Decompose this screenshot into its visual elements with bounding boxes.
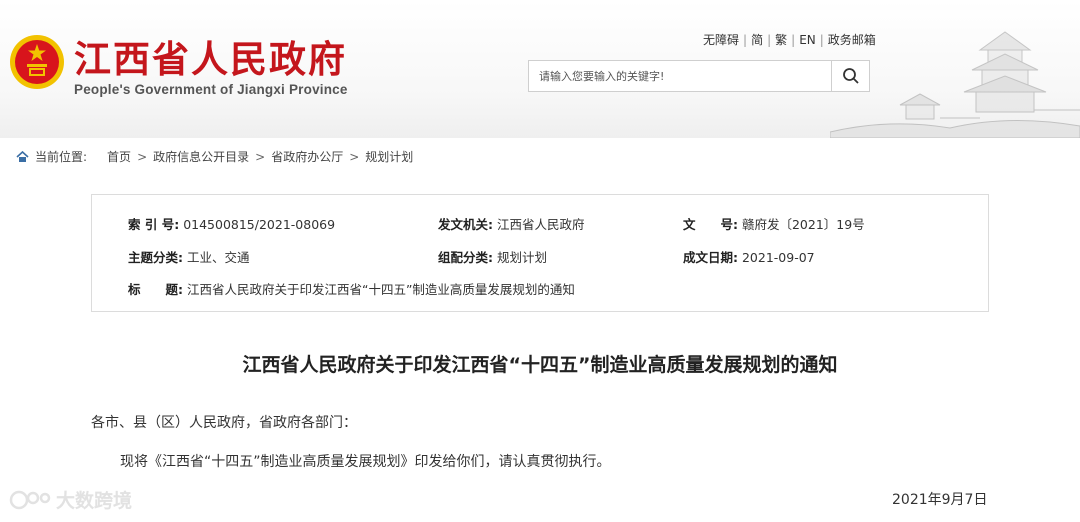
chevron-right-icon: >: [255, 149, 266, 164]
chevron-right-icon: >: [349, 149, 360, 164]
breadcrumb: 当前位置: 首页 > 政府信息公开目录 > 省政府办公厅 > 规划计划: [16, 148, 413, 165]
document-number-value: 赣府发〔2021〕19号: [741, 217, 865, 232]
category-value: 规划计划: [496, 250, 547, 265]
issuer-field: 发文机关: 江西省人民政府: [438, 214, 585, 233]
index-number-field: 索 引 号: 014500815/2021-08069: [128, 214, 335, 233]
english-link[interactable]: EN: [799, 33, 816, 47]
simplified-chinese-link[interactable]: 简: [751, 33, 763, 47]
accessibility-link[interactable]: 无障碍: [703, 33, 739, 47]
watermark: 大数跨境: [8, 486, 132, 513]
category-field: 组配分类: 规划计划: [438, 247, 547, 266]
document-number-label: 文 号:: [683, 217, 738, 232]
article-salutation: 各市、县（区）人民政府，省政府各部门：: [91, 415, 357, 431]
article-body: 现将《江西省“十四五”制造业高质量发展规划》印发给你们，请认真贯彻执行。: [120, 454, 611, 470]
tengwang-pavilion-illustration: [830, 31, 1080, 138]
index-number-label: 索 引 号:: [128, 217, 180, 232]
title-value: 江西省人民政府关于印发江西省“十四五”制造业高质量发展规划的通知: [186, 282, 575, 297]
traditional-chinese-link[interactable]: 繁: [775, 33, 787, 47]
site-subtitle: People's Government of Jiangxi Province: [74, 82, 348, 97]
topic-value: 工业、交通: [186, 250, 250, 265]
watermark-text: 大数跨境: [56, 490, 133, 512]
home-icon: [16, 150, 29, 162]
title-label: 标 题:: [128, 282, 183, 297]
article-title: 江西省人民政府关于印发江西省“十四五”制造业高质量发展规划的通知: [242, 354, 838, 376]
category-label: 组配分类:: [438, 250, 493, 265]
date-value: 2021-09-07: [741, 250, 815, 265]
breadcrumb-gov-info[interactable]: 政府信息公开目录: [153, 148, 249, 165]
issuer-value: 江西省人民政府: [496, 217, 585, 232]
date-field: 成文日期: 2021-09-07: [683, 247, 815, 266]
divider: |: [791, 33, 796, 47]
divider: |: [743, 33, 748, 47]
index-number-value: 014500815/2021-08069: [183, 217, 336, 232]
search-input[interactable]: [529, 61, 831, 91]
breadcrumb-label: 当前位置:: [35, 150, 88, 164]
national-emblem-icon: [10, 35, 64, 89]
article-date: 2021年9月7日: [892, 492, 988, 508]
site-title: 江西省人民政府: [74, 38, 347, 81]
breadcrumb-home[interactable]: 首页: [107, 148, 131, 165]
divider: |: [819, 33, 824, 47]
breadcrumb-office[interactable]: 省政府办公厅: [271, 148, 343, 165]
topic-field: 主题分类: 工业、交通: [128, 247, 250, 266]
issuer-label: 发文机关:: [438, 217, 493, 232]
document-number-field: 文 号: 赣府发〔2021〕19号: [683, 214, 865, 233]
document-info-table: 索 引 号: 014500815/2021-08069 发文机关: 江西省人民政…: [91, 194, 989, 312]
chevron-right-icon: >: [137, 149, 148, 164]
title-field: 标 题: 江西省人民政府关于印发江西省“十四五”制造业高质量发展规划的通知: [128, 279, 575, 298]
watermark-logo-icon: [9, 490, 51, 509]
date-label: 成文日期:: [683, 250, 738, 265]
topic-label: 主题分类:: [128, 250, 183, 265]
search-box: [528, 60, 870, 92]
breadcrumb-planning[interactable]: 规划计划: [365, 148, 413, 165]
site-header: 江西省人民政府 People's Government of Jiangxi P…: [0, 0, 1080, 138]
divider: |: [767, 33, 772, 47]
